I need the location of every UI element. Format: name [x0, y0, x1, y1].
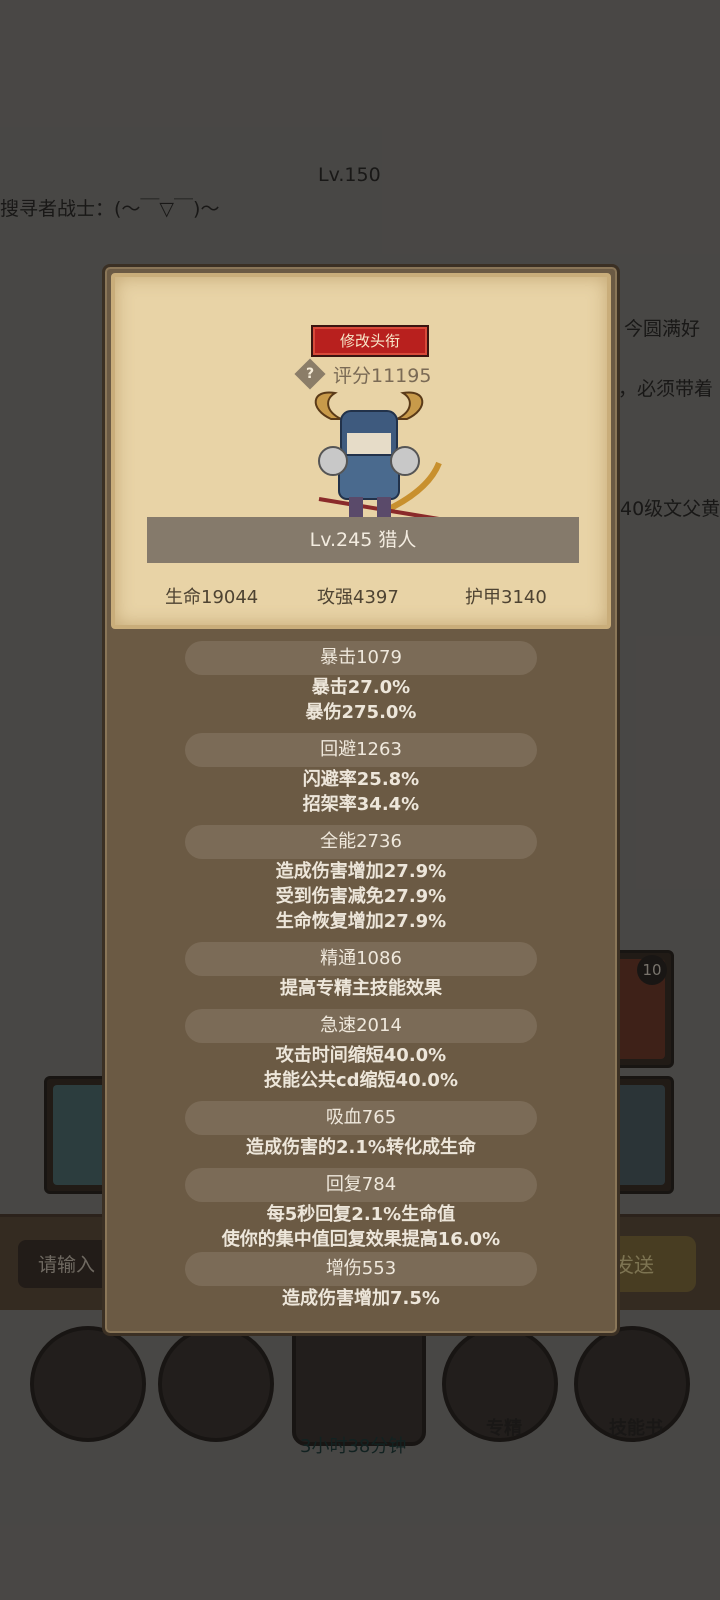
- stat-header-lifesteal: 吸血765: [185, 1101, 537, 1135]
- stat-detail: 受到伤害减免27.9%: [275, 886, 447, 907]
- stat-detail: 暴击27.0%: [311, 677, 411, 698]
- stat-detail: 造成伤害增加7.5%: [282, 1288, 440, 1309]
- stat-detail: 招架率34.4%: [302, 794, 420, 815]
- stat-detail: 闪避率25.8%: [302, 769, 420, 790]
- stat-header-evasion: 回避1263: [185, 733, 537, 767]
- stat-detail: 造成伤害增加27.9%: [275, 861, 447, 882]
- hp-stat: 生命19044: [165, 587, 259, 608]
- stat-detail: 暴伤275.0%: [305, 702, 417, 723]
- edit-title-button[interactable]: 修改头衔: [311, 325, 429, 357]
- attack-stat: 攻强4397: [317, 587, 399, 608]
- stat-detail: 生命恢复增加27.9%: [275, 911, 447, 932]
- stat-detail: 技能公共cd缩短40.0%: [263, 1070, 458, 1091]
- help-glyph: ?: [305, 366, 315, 382]
- stat-header-crit: 暴击1079: [185, 641, 537, 675]
- stat-detail: 攻击时间缩短40.0%: [275, 1045, 447, 1066]
- stat-header-damage-bonus: 增伤553: [185, 1252, 537, 1286]
- stat-detail: 每5秒回复2.1%生命值: [266, 1204, 456, 1225]
- stat-detail: 提高专精主技能效果: [280, 978, 442, 999]
- stat-header-regen: 回复784: [185, 1168, 537, 1202]
- stat-detail: 造成伤害的2.1%转化成生命: [246, 1137, 476, 1158]
- score-text: 评分11195: [333, 365, 432, 387]
- level-class-bar: Lv.245 猎人: [147, 517, 579, 563]
- stat-detail: 使你的集中值回复效果提高16.0%: [221, 1229, 501, 1250]
- character-card: 修改头衔 ? 评分11195 Lv.245 猎人 生命19044 攻强4397 …: [111, 273, 611, 629]
- hunter-avatar: [314, 391, 442, 521]
- stat-header-mastery: 精通1086: [185, 942, 537, 976]
- stat-header-haste: 急速2014: [185, 1009, 537, 1043]
- stats-list: 暴击1079 暴击27.0% 暴伤275.0% 回避1263 闪避率25.8% …: [105, 641, 617, 1311]
- character-info-panel: 修改头衔 ? 评分11195 Lv.245 猎人 生命19044 攻强4397 …: [102, 264, 620, 1336]
- armor-stat: 护甲3140: [465, 587, 547, 608]
- stat-header-versatility: 全能2736: [185, 825, 537, 859]
